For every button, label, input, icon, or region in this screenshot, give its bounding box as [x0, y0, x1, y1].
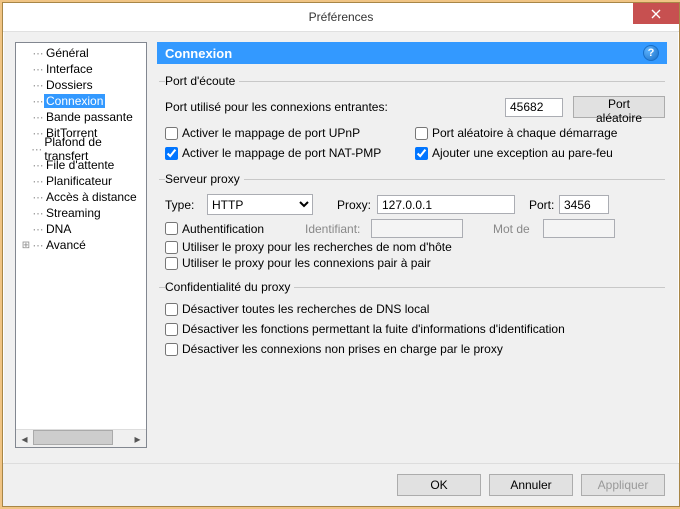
- titlebar: Préférences: [3, 3, 679, 32]
- close-icon: [651, 9, 661, 19]
- category-tree[interactable]: ⋯Général⋯Interface⋯Dossiers⋯Connexion⋯Ba…: [16, 43, 146, 429]
- tree-branch-icon: ⋯: [31, 143, 42, 156]
- sidebar-item[interactable]: ⋯Général: [16, 45, 146, 61]
- privacy-dns-checkbox[interactable]: Désactiver toutes les recherches de DNS …: [165, 302, 665, 316]
- incoming-port-label: Port utilisé pour les connexions entrant…: [165, 100, 505, 114]
- sidebar: ⋯Général⋯Interface⋯Dossiers⋯Connexion⋯Ba…: [15, 42, 147, 448]
- sidebar-item-label: Dossiers: [44, 78, 95, 92]
- panel-header: Connexion ?: [157, 42, 667, 64]
- proxy-pass-label: Mot de: [493, 222, 543, 236]
- listening-port-legend: Port d'écoute: [165, 74, 239, 88]
- sidebar-item[interactable]: ⋯Interface: [16, 61, 146, 77]
- tree-branch-icon: ⋯: [32, 63, 44, 76]
- proxy-type-label: Type:: [165, 198, 207, 212]
- sidebar-item[interactable]: ⊞⋯Avancé: [16, 237, 146, 253]
- sidebar-item[interactable]: ⋯DNA: [16, 221, 146, 237]
- panel-title: Connexion: [165, 46, 232, 61]
- tree-branch-icon: ⋯: [32, 223, 44, 236]
- apply-button[interactable]: Appliquer: [581, 474, 665, 496]
- privacy-leak-checkbox[interactable]: Désactiver les fonctions permettant la f…: [165, 322, 665, 336]
- privacy-unsupported-checkbox[interactable]: Désactiver les connexions non prises en …: [165, 342, 665, 356]
- sidebar-item-label: Interface: [44, 62, 95, 76]
- tree-branch-icon: ⋯: [32, 111, 44, 124]
- footer: OK Annuler Appliquer: [3, 463, 679, 506]
- sidebar-item[interactable]: ⋯Accès à distance: [16, 189, 146, 205]
- proxy-host-field[interactable]: [377, 195, 515, 214]
- sidebar-item[interactable]: ⋯Plafond de transfert: [16, 141, 146, 157]
- proxy-type-select[interactable]: HTTP: [207, 194, 313, 215]
- natpmp-checkbox[interactable]: Activer le mappage de port NAT-PMP: [165, 146, 381, 160]
- main-panel: Connexion ? Port d'écoute Port utilisé p…: [157, 42, 667, 452]
- proxy-auth-checkbox[interactable]: Authentification: [165, 222, 305, 236]
- proxy-user-label: Identifiant:: [305, 222, 371, 236]
- preferences-window: Préférences ⋯Général⋯Interface⋯Dossiers⋯…: [2, 2, 680, 507]
- scroll-track[interactable]: [33, 430, 129, 447]
- proxy-pass-field: [543, 219, 615, 238]
- sidebar-item-label: Accès à distance: [44, 190, 139, 204]
- sidebar-item-label: Général: [44, 46, 91, 60]
- proxy-port-field[interactable]: [559, 195, 609, 214]
- firewall-checkbox[interactable]: Ajouter une exception au pare-feu: [415, 146, 613, 160]
- sidebar-item[interactable]: ⋯Dossiers: [16, 77, 146, 93]
- incoming-port-field[interactable]: [505, 98, 563, 117]
- expand-icon[interactable]: ⊞: [20, 240, 32, 251]
- sidebar-item-label: Planificateur: [44, 174, 114, 188]
- sidebar-scrollbar[interactable]: ◂ ▸: [16, 429, 146, 447]
- proxy-user-field: [371, 219, 463, 238]
- proxy-hostlookup-checkbox[interactable]: Utiliser le proxy pour les recherches de…: [165, 240, 665, 254]
- ok-button[interactable]: OK: [397, 474, 481, 496]
- tree-branch-icon: ⋯: [32, 95, 44, 108]
- scroll-right-icon[interactable]: ▸: [129, 430, 146, 447]
- sidebar-item[interactable]: ⋯Connexion: [16, 93, 146, 109]
- sidebar-item-label: Streaming: [44, 206, 103, 220]
- sidebar-item-label: Avancé: [44, 238, 88, 252]
- sidebar-item-label: Connexion: [44, 94, 105, 108]
- proxy-server-group: Serveur proxy Type: HTTP Proxy: Port: Au…: [159, 172, 665, 272]
- window-title: Préférences: [3, 10, 679, 24]
- scroll-left-icon[interactable]: ◂: [16, 430, 33, 447]
- tree-branch-icon: ⋯: [32, 175, 44, 188]
- listening-port-group: Port d'écoute Port utilisé pour les conn…: [159, 74, 665, 164]
- sidebar-item[interactable]: ⋯Bande passante: [16, 109, 146, 125]
- proxy-port-label: Port:: [529, 198, 559, 212]
- close-button[interactable]: [633, 3, 679, 24]
- tree-branch-icon: ⋯: [32, 159, 44, 172]
- tree-branch-icon: ⋯: [32, 191, 44, 204]
- sidebar-item-label: DNA: [44, 222, 73, 236]
- tree-branch-icon: ⋯: [32, 239, 44, 252]
- tree-branch-icon: ⋯: [32, 47, 44, 60]
- help-icon[interactable]: ?: [643, 45, 659, 61]
- proxy-p2p-checkbox[interactable]: Utiliser le proxy pour les connexions pa…: [165, 256, 665, 270]
- proxy-host-label: Proxy:: [337, 198, 377, 212]
- cancel-button[interactable]: Annuler: [489, 474, 573, 496]
- tree-branch-icon: ⋯: [32, 207, 44, 220]
- tree-branch-icon: ⋯: [32, 79, 44, 92]
- sidebar-item-label: File d'attente: [44, 158, 116, 172]
- sidebar-item[interactable]: ⋯Streaming: [16, 205, 146, 221]
- upnp-checkbox[interactable]: Activer le mappage de port UPnP: [165, 126, 360, 140]
- random-start-checkbox[interactable]: Port aléatoire à chaque démarrage: [415, 126, 617, 140]
- scroll-thumb[interactable]: [33, 430, 113, 445]
- proxy-server-legend: Serveur proxy: [165, 172, 244, 186]
- sidebar-item-label: Bande passante: [44, 110, 135, 124]
- proxy-privacy-group: Confidentialité du proxy Désactiver tout…: [159, 280, 665, 358]
- proxy-privacy-legend: Confidentialité du proxy: [165, 280, 294, 294]
- random-port-button[interactable]: Port aléatoire: [573, 96, 665, 118]
- sidebar-item[interactable]: ⋯Planificateur: [16, 173, 146, 189]
